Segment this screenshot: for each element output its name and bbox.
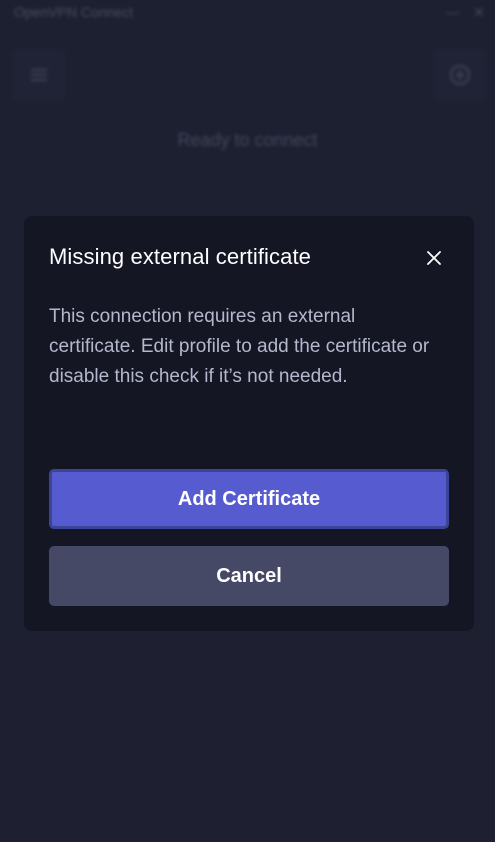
certificate-dialog: Missing external certificate This connec… [24,216,474,631]
close-icon [427,251,441,265]
dialog-title: Missing external certificate [49,244,312,269]
add-certificate-button[interactable]: Add Certificate [49,469,449,529]
dialog-message: This connection requires an external cer… [49,306,430,387]
app-window: OpenVPN Connect — ✕ Ready to connect Mis… [0,0,495,842]
cancel-button[interactable]: Cancel [49,546,449,606]
dialog-close-button[interactable] [424,248,444,268]
